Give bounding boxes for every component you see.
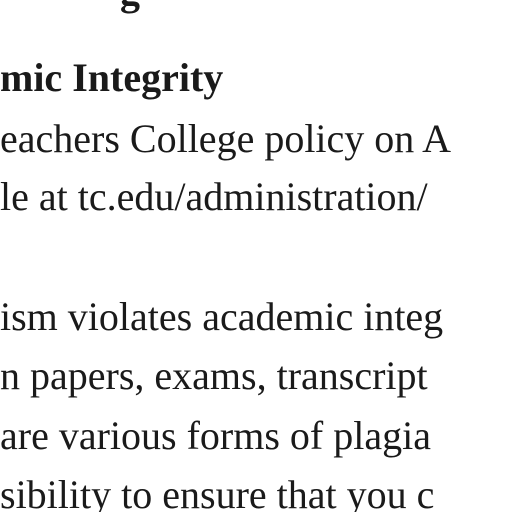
paragraph-line: n papers, exams, transcript bbox=[0, 353, 428, 398]
paragraph-line: sibility to ensure that you c bbox=[0, 472, 435, 512]
document-page: g mic Integrity eachers College policy o… bbox=[0, 0, 512, 512]
paragraph-line: are various forms of plagia bbox=[0, 413, 431, 458]
section-heading: mic Integrity bbox=[0, 55, 224, 100]
paragraph-line: eachers College policy on A bbox=[0, 116, 451, 161]
paragraph-line: ism violates academic integ bbox=[0, 294, 444, 339]
previous-heading-fragment: g bbox=[120, 0, 140, 12]
paragraph-line: le at tc.edu/administration/ bbox=[0, 174, 428, 219]
